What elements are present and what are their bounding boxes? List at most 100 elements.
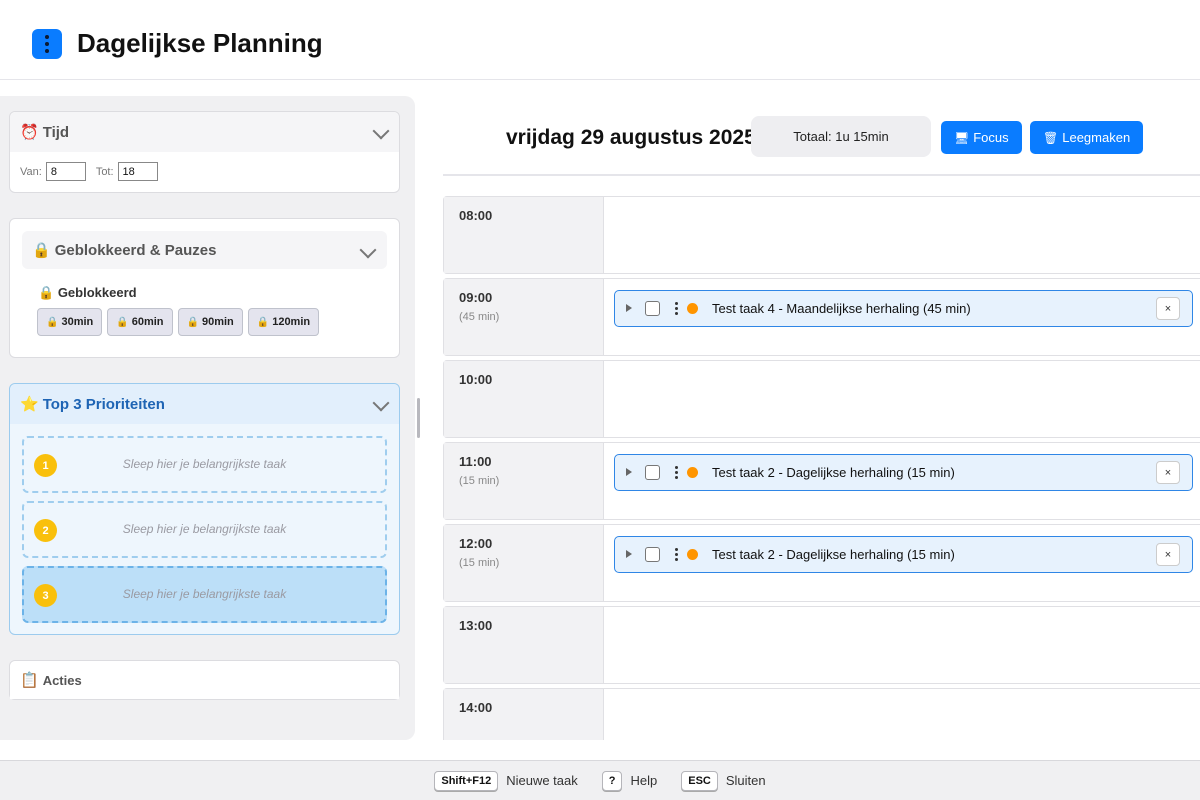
lock-icon: 🔒: [256, 316, 270, 328]
tot-label: Tot:: [95, 165, 114, 178]
alarm-clock-icon: ⏰: [20, 124, 39, 141]
shortcut-key: Shift+F12: [434, 770, 499, 791]
star-icon: ⭐: [20, 396, 39, 413]
block-90min-button[interactable]: 🔒 90min: [177, 308, 243, 336]
sidebar-resize-handle[interactable]: [417, 398, 420, 438]
expand-arrow-icon[interactable]: [626, 550, 632, 558]
shortcut-close: ESC Sluiten: [681, 770, 766, 791]
shortcut-label: Nieuwe taak: [506, 773, 578, 788]
clear-button-label: Leegmaken: [1062, 130, 1131, 145]
lock-icon: 🔒: [116, 316, 129, 328]
lock-icon: 🔒: [186, 316, 199, 328]
time-label: 08:00: [459, 208, 493, 223]
time-slot-row[interactable]: 10:00: [443, 360, 1200, 438]
top3-title: Top 3 Prioriteiten: [42, 395, 165, 413]
drag-handle-icon[interactable]: [675, 302, 678, 315]
time-column: 11:00 (15 min): [444, 443, 604, 519]
schedule: 08:00 09:00 (45 min) Test taak 4 - Maand…: [443, 196, 1200, 740]
task-checkbox[interactable]: [645, 301, 660, 316]
lock-icon: 🔒: [32, 242, 51, 259]
block-button-label: 30min: [61, 316, 94, 328]
acties-title: Acties: [42, 672, 82, 688]
focus-button[interactable]: 🖥 Focus: [941, 121, 1022, 154]
expand-arrow-icon[interactable]: [626, 468, 632, 476]
block-60min-button[interactable]: 🔒 60min: [107, 308, 173, 336]
task-title: Test taak 4 - Maandelijkse herhaling (45…: [712, 301, 971, 316]
priority-dot: [687, 467, 698, 478]
task-checkbox[interactable]: [645, 465, 660, 480]
priority-slot-1[interactable]: 1 Sleep hier je belangrijkste taak: [22, 436, 387, 493]
time-column: 12:00 (15 min): [444, 525, 604, 601]
clear-button[interactable]: 🗑 Leegmaken: [1030, 121, 1144, 154]
tot-input[interactable]: [117, 162, 158, 181]
shortcut-bar: Shift+F12 Nieuwe taak ? Help ESC Sluiten: [0, 760, 1200, 800]
block-button-label: 90min: [201, 316, 234, 328]
task-card[interactable]: Test taak 2 - Dagelijkse herhaling (15 m…: [614, 454, 1193, 491]
focus-button-label: Focus: [973, 130, 1009, 145]
acties-header[interactable]: 📋 Acties: [10, 661, 399, 699]
date-title: vrijdag 29 augustus 2025: [506, 126, 756, 149]
time-slot-row[interactable]: 08:00: [443, 196, 1200, 274]
shortcut-key: ESC: [681, 770, 718, 791]
block-buttons: 🔒 30min 🔒 60min 🔒 90min 🔒 120min: [10, 301, 399, 336]
time-label: 09:00: [459, 290, 493, 305]
drag-handle-icon[interactable]: [675, 548, 678, 561]
time-slot-row[interactable]: 11:00 (15 min) Test taak 2 - Dagelijkse …: [443, 442, 1200, 520]
shortcut-label: Sluiten: [725, 773, 766, 788]
priority-slot-2[interactable]: 2 Sleep hier je belangrijkste taak: [22, 501, 387, 558]
menu-icon[interactable]: [32, 29, 62, 59]
page-title: Dagelijkse Planning: [77, 28, 323, 58]
top3-panel: ⭐ Top 3 Prioriteiten 1 Sleep hier je bel…: [9, 383, 400, 635]
priority-slot-placeholder: Sleep hier je belangrijkste taak: [122, 587, 287, 601]
block-button-label: 120min: [272, 316, 311, 328]
priority-slot-placeholder: Sleep hier je belangrijkste taak: [122, 522, 287, 536]
time-column: 09:00 (45 min): [444, 279, 604, 355]
top3-header[interactable]: ⭐ Top 3 Prioriteiten: [10, 384, 399, 424]
shortcut-help: ? Help: [601, 770, 657, 791]
remove-task-button[interactable]: ×: [1156, 461, 1180, 484]
blocked-subtitle-label: Geblokkeerd: [57, 285, 137, 300]
duration-label: (45 min): [459, 311, 500, 323]
focus-icon: 🖥: [954, 130, 970, 145]
time-label: 10:00: [459, 372, 493, 387]
priority-slot-3[interactable]: 3 Sleep hier je belangrijkste taak: [22, 566, 387, 623]
time-column: 10:00: [444, 361, 604, 437]
time-slot-row[interactable]: 12:00 (15 min) Test taak 2 - Dagelijkse …: [443, 524, 1200, 602]
remove-task-button[interactable]: ×: [1156, 543, 1180, 566]
lock-icon: 🔒: [46, 316, 59, 328]
lock-icon: 🔒: [38, 285, 55, 300]
time-slot-row[interactable]: 13:00: [443, 606, 1200, 684]
task-card[interactable]: Test taak 4 - Maandelijkse herhaling (45…: [614, 290, 1193, 327]
van-input[interactable]: [45, 162, 86, 181]
expand-arrow-icon[interactable]: [626, 304, 632, 312]
block-30min-button[interactable]: 🔒 30min: [37, 308, 103, 336]
chevron-down-icon[interactable]: [372, 394, 390, 412]
shortcut-key: ?: [601, 770, 623, 791]
priority-dot: [687, 303, 698, 314]
app-header: Dagelijkse Planning: [0, 0, 1200, 80]
chevron-down-icon[interactable]: [372, 122, 390, 140]
time-label: 12:00: [459, 536, 493, 551]
time-slot-row[interactable]: 09:00 (45 min) Test taak 4 - Maandelijks…: [443, 278, 1200, 356]
drag-handle-icon[interactable]: [675, 466, 678, 479]
sidebar: ⏰ Tijd Van: Tot: 🔒 Geblokkeerd & Pauzes …: [0, 96, 415, 740]
tijd-title: Tijd: [42, 123, 70, 141]
remove-task-button[interactable]: ×: [1156, 297, 1180, 320]
time-column: 14:00: [444, 689, 604, 740]
duration-label: (15 min): [459, 475, 500, 487]
task-checkbox[interactable]: [645, 547, 660, 562]
time-label: 11:00: [459, 454, 492, 469]
time-column: 08:00: [444, 197, 604, 273]
tijd-header[interactable]: ⏰ Tijd: [10, 112, 399, 152]
priority-slot-placeholder: Sleep hier je belangrijkste taak: [122, 457, 287, 471]
block-120min-button[interactable]: 🔒 120min: [247, 308, 320, 336]
time-label: 14:00: [459, 700, 493, 715]
time-slot-row[interactable]: 14:00: [443, 688, 1200, 740]
priority-dot: [687, 549, 698, 560]
blocked-panel: 🔒 Geblokkeerd & Pauzes 🔒 Geblokkeerd 🔒 30…: [9, 218, 400, 358]
blocked-subtitle: 🔒 Geblokkeerd: [10, 269, 399, 301]
task-card[interactable]: Test taak 2 - Dagelijkse herhaling (15 m…: [614, 536, 1193, 573]
duration-label: (15 min): [459, 557, 500, 569]
time-label: 13:00: [459, 618, 493, 633]
blocked-header[interactable]: 🔒 Geblokkeerd & Pauzes: [22, 231, 387, 269]
